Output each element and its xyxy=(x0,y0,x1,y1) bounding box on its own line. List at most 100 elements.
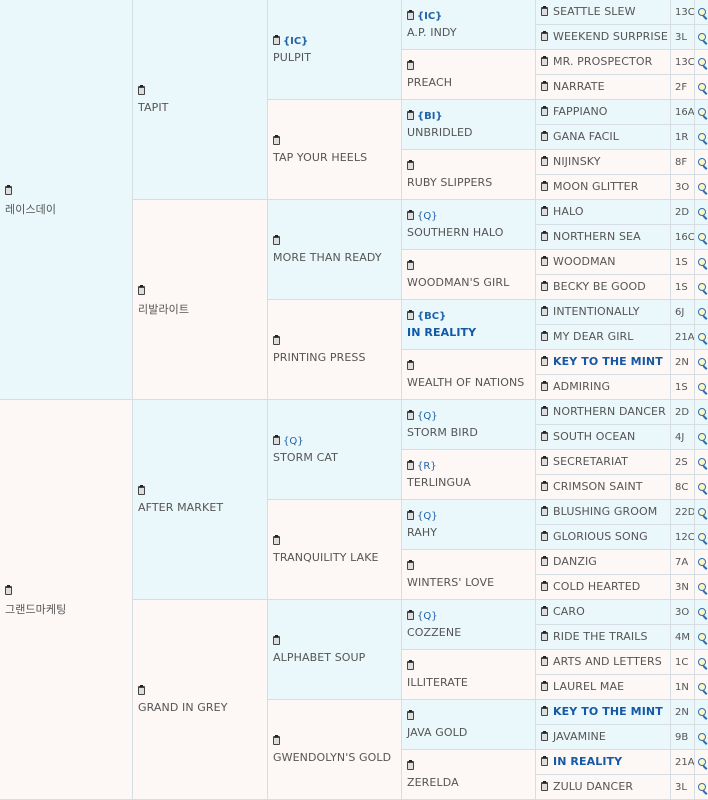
horse-cell[interactable]: PREACH xyxy=(402,50,536,100)
search-icon[interactable] xyxy=(695,625,708,650)
clipboard-icon[interactable] xyxy=(407,560,414,570)
horse-name[interactable]: TAP YOUR HEELS xyxy=(273,151,367,164)
horse-name[interactable]: ZULU DANCER xyxy=(553,780,633,793)
horse-cell[interactable]: JAVAMINE xyxy=(536,725,671,750)
horse-name[interactable]: ZERELDA xyxy=(407,776,459,789)
clipboard-icon[interactable] xyxy=(273,35,280,45)
clipboard-icon[interactable] xyxy=(541,431,548,441)
horse-name[interactable]: NIJINSKY xyxy=(553,155,601,168)
clipboard-icon[interactable] xyxy=(407,310,414,320)
clipboard-icon[interactable] xyxy=(541,706,548,716)
horse-name[interactable]: COLD HEARTED xyxy=(553,580,640,593)
clipboard-icon[interactable] xyxy=(541,281,548,291)
horse-name[interactable]: WOODMAN xyxy=(553,255,616,268)
horse-name[interactable]: 레이스데이 xyxy=(5,201,56,217)
horse-name[interactable]: SEATTLE SLEW xyxy=(553,5,636,18)
clipboard-icon[interactable] xyxy=(541,581,548,591)
horse-cell[interactable]: SEATTLE SLEW xyxy=(536,0,671,25)
horse-name[interactable]: COZZENE xyxy=(407,626,461,639)
search-icon[interactable] xyxy=(695,500,708,525)
horse-cell[interactable]: ZULU DANCER xyxy=(536,775,671,800)
clipboard-icon[interactable] xyxy=(407,160,414,170)
horse-name[interactable]: TAPIT xyxy=(138,101,169,114)
horse-cell[interactable]: {BC} IN REALITY xyxy=(402,300,536,350)
horse-cell[interactable]: 리발라이트 xyxy=(133,200,268,400)
horse-name[interactable]: PREACH xyxy=(407,76,452,89)
horse-name[interactable]: BECKY BE GOOD xyxy=(553,280,646,293)
horse-cell[interactable]: {IC} A.P. INDY xyxy=(402,0,536,50)
clipboard-icon[interactable] xyxy=(541,606,548,616)
horse-cell[interactable]: BLUSHING GROOM xyxy=(536,500,671,525)
horse-name[interactable]: FAPPIANO xyxy=(553,105,608,118)
horse-name[interactable]: SECRETARIAT xyxy=(553,455,628,468)
search-icon[interactable] xyxy=(695,525,708,550)
horse-cell[interactable]: RIDE THE TRAILS xyxy=(536,625,671,650)
search-icon[interactable] xyxy=(695,200,708,225)
horse-cell[interactable]: NARRATE xyxy=(536,75,671,100)
horse-cell[interactable]: GRAND IN GREY xyxy=(133,600,268,800)
clipboard-icon[interactable] xyxy=(541,56,548,66)
clipboard-icon[interactable] xyxy=(138,485,145,495)
search-icon[interactable] xyxy=(695,400,708,425)
clipboard-icon[interactable] xyxy=(138,285,145,295)
clipboard-icon[interactable] xyxy=(407,260,414,270)
clipboard-icon[interactable] xyxy=(273,635,280,645)
clipboard-icon[interactable] xyxy=(407,760,414,770)
search-icon[interactable] xyxy=(695,700,708,725)
horse-cell[interactable]: {IC} PULPIT xyxy=(268,0,402,100)
horse-name[interactable]: GRAND IN GREY xyxy=(138,701,228,714)
search-icon[interactable] xyxy=(695,50,708,75)
horse-cell[interactable]: SECRETARIAT xyxy=(536,450,671,475)
clipboard-icon[interactable] xyxy=(541,456,548,466)
horse-name[interactable]: TRANQUILITY LAKE xyxy=(273,551,379,564)
horse-name[interactable]: NARRATE xyxy=(553,80,605,93)
horse-cell[interactable]: {BI} UNBRIDLED xyxy=(402,100,536,150)
clipboard-icon[interactable] xyxy=(407,10,414,20)
clipboard-icon[interactable] xyxy=(541,506,548,516)
clipboard-icon[interactable] xyxy=(541,106,548,116)
clipboard-icon[interactable] xyxy=(541,306,548,316)
horse-name[interactable]: SOUTH OCEAN xyxy=(553,430,635,443)
horse-cell[interactable]: MR. PROSPECTOR xyxy=(536,50,671,75)
clipboard-icon[interactable] xyxy=(541,756,548,766)
search-icon[interactable] xyxy=(695,175,708,200)
horse-name[interactable]: BLUSHING GROOM xyxy=(553,505,657,518)
search-icon[interactable] xyxy=(695,425,708,450)
clipboard-icon[interactable] xyxy=(541,81,548,91)
clipboard-icon[interactable] xyxy=(541,231,548,241)
horse-cell[interactable]: ILLITERATE xyxy=(402,650,536,700)
search-icon[interactable] xyxy=(695,300,708,325)
clipboard-icon[interactable] xyxy=(541,131,548,141)
clipboard-icon[interactable] xyxy=(407,110,414,120)
horse-name[interactable]: WEALTH OF NATIONS xyxy=(407,376,524,389)
clipboard-icon[interactable] xyxy=(273,135,280,145)
horse-name[interactable]: STORM CAT xyxy=(273,451,338,464)
clipboard-icon[interactable] xyxy=(407,60,414,70)
search-icon[interactable] xyxy=(695,250,708,275)
clipboard-icon[interactable] xyxy=(407,610,414,620)
horse-name[interactable]: WOODMAN'S GIRL xyxy=(407,276,509,289)
horse-name[interactable]: RAHY xyxy=(407,526,438,539)
horse-cell[interactable]: KEY TO THE MINT xyxy=(536,350,671,375)
search-icon[interactable] xyxy=(695,100,708,125)
horse-cell[interactable]: 레이스데이 xyxy=(0,0,133,400)
horse-cell[interactable]: NIJINSKY xyxy=(536,150,671,175)
horse-cell[interactable]: KEY TO THE MINT xyxy=(536,700,671,725)
horse-cell[interactable]: {Q} COZZENE xyxy=(402,600,536,650)
clipboard-icon[interactable] xyxy=(541,681,548,691)
search-icon[interactable] xyxy=(695,275,708,300)
horse-name[interactable]: GLORIOUS SONG xyxy=(553,530,648,543)
horse-name[interactable]: PULPIT xyxy=(273,51,311,64)
clipboard-icon[interactable] xyxy=(273,535,280,545)
horse-name[interactable]: KEY TO THE MINT xyxy=(553,355,663,368)
horse-name[interactable]: ILLITERATE xyxy=(407,676,468,689)
horse-cell[interactable]: WINTERS' LOVE xyxy=(402,550,536,600)
horse-name[interactable]: JAVA GOLD xyxy=(407,726,467,739)
horse-cell[interactable]: TAPIT xyxy=(133,0,268,200)
horse-cell[interactable]: TAP YOUR HEELS xyxy=(268,100,402,200)
horse-name[interactable]: MOON GLITTER xyxy=(553,180,638,193)
horse-cell[interactable]: FAPPIANO xyxy=(536,100,671,125)
clipboard-icon[interactable] xyxy=(541,31,548,41)
horse-name[interactable]: GWENDOLYN'S GOLD xyxy=(273,751,391,764)
horse-name[interactable]: RIDE THE TRAILS xyxy=(553,630,648,643)
